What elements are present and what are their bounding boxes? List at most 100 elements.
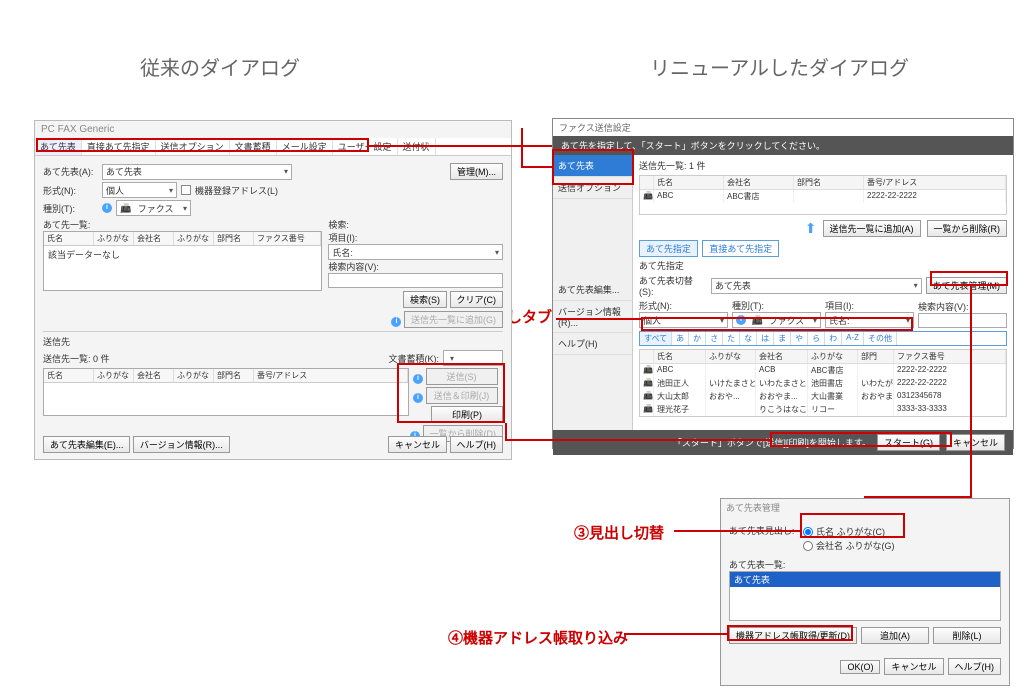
add-to-list-button[interactable]: 送信先一覧に追加(G) [404, 311, 503, 328]
add-button[interactable]: 追加(A) [861, 627, 929, 644]
section-label: あて先指定 [639, 259, 1007, 272]
start-button[interactable]: スタート(G) [877, 434, 940, 451]
print-button[interactable]: 印刷(P) [431, 406, 503, 423]
old-tab-4[interactable]: メール設定 [277, 138, 333, 155]
old-tab-1[interactable]: 直接あて先指定 [82, 138, 156, 155]
addrbook-label: あて先表(A): [43, 165, 98, 178]
form-label: 形式(N): [43, 184, 98, 197]
type-dropdown[interactable]: i📠 ファクス [732, 312, 821, 328]
gcol-3: ふりがな [808, 350, 858, 363]
radio-name[interactable] [803, 527, 813, 537]
sidebar-help[interactable]: ヘルプ(H) [553, 333, 632, 355]
kana-na[interactable]: な [740, 332, 757, 345]
add-to-list-button[interactable]: 送信先一覧に追加(A) [823, 220, 921, 237]
old-tab-5[interactable]: ユーザー設定 [333, 138, 398, 155]
kana-az[interactable]: A-Z [842, 332, 864, 345]
search-label: 検索: [328, 218, 503, 231]
new-dialog-title: ファクス送信設定 [553, 119, 1013, 136]
delete-button[interactable]: 削除(L) [933, 627, 1001, 644]
sidebar-item-addrbook[interactable]: あて先表 [553, 155, 632, 177]
old-tabstrip: あて先表 直接あて先指定 送信オプション 文書蓄積 メール設定 ユーザー設定 送… [35, 138, 511, 156]
gcol-5: ファクス番号 [894, 350, 1006, 363]
scol-3: ふりがな [174, 369, 214, 382]
tab-addrspec[interactable]: あて先指定 [639, 240, 698, 257]
search-input[interactable] [918, 313, 1007, 328]
scol-1: ふりがな [94, 369, 134, 382]
manage-button[interactable]: 管理(M)... [450, 163, 503, 180]
kana-other[interactable]: その他 [864, 332, 897, 345]
send-button[interactable]: 送信(S) [426, 368, 498, 385]
old-tab-0[interactable]: あて先表 [35, 138, 82, 155]
switch-dropdown[interactable]: あて先表 [711, 278, 922, 294]
annotation-4: ④機器アドレス帳取り込み [448, 627, 628, 648]
addrbook-dropdown[interactable]: あて先表 [102, 164, 292, 180]
table-row[interactable]: 📠理光花子りこうはなこリコー3333-33-3333 [640, 403, 1006, 416]
radio-name-label: 氏名 ふりがな(C) [816, 525, 885, 538]
trow-0: ABC [654, 190, 724, 203]
tcol-2: 部門名 [794, 176, 864, 189]
sidebar-edit[interactable]: あて先表編集... [553, 279, 632, 301]
manage-button[interactable]: あて先表管理(M) [926, 277, 1007, 294]
col-1: ふりがな [94, 232, 134, 245]
col-2: 会社名 [134, 232, 174, 245]
form-dropdown[interactable]: 個人 [102, 182, 177, 198]
search-item-dropdown[interactable]: 氏名: [328, 244, 503, 260]
scol-2: 会社名 [134, 369, 174, 382]
kana-ra[interactable]: ら [808, 332, 825, 345]
kana-ka[interactable]: か [689, 332, 706, 345]
device-addr-checkbox[interactable] [181, 185, 191, 195]
cancel-button[interactable]: キャンセル [946, 434, 1005, 451]
old-dialog-title: PC FAX Generic [35, 121, 511, 138]
tab-direct[interactable]: 直接あて先指定 [702, 240, 779, 257]
list-label: あて先一覧: [43, 218, 322, 231]
type-dropdown[interactable]: 📠 ファクス [116, 200, 191, 216]
send-print-button[interactable]: 送信＆印刷(J) [426, 387, 498, 404]
kana-wa[interactable]: わ [825, 332, 842, 345]
sidebar-version[interactable]: バージョン情報(R)... [553, 301, 632, 333]
search-button[interactable]: 検索(S) [403, 291, 447, 308]
table-row[interactable]: 📠ABCACBABC書店2222-22-2222 [640, 364, 1006, 377]
ok-button[interactable]: OK(O) [840, 660, 880, 674]
kana-ta[interactable]: た [723, 332, 740, 345]
kana-ha[interactable]: は [757, 332, 774, 345]
scol-0: 氏名 [44, 369, 94, 382]
remove-from-list-button[interactable]: 一覧から削除(R) [927, 220, 1008, 237]
footer-msg: 「スタート」ボタンで[送信][印刷]を開始します。 [673, 436, 871, 449]
kana-a[interactable]: あ [672, 332, 689, 345]
tcol-1: 会社名 [724, 176, 794, 189]
scol-4: 部門名 [214, 369, 254, 382]
search-content-input[interactable] [328, 273, 503, 288]
help-button[interactable]: ヘルプ(H) [450, 436, 504, 453]
list-selected-item[interactable]: あて先表 [730, 572, 1000, 587]
col-4: 部門名 [214, 232, 254, 245]
version-button[interactable]: バージョン情報(R)... [133, 436, 230, 453]
doc-store-dropdown[interactable] [443, 350, 503, 366]
sidebar-item-sendopt[interactable]: 送信オプション [553, 177, 632, 199]
radio-company[interactable] [803, 541, 813, 551]
instruction-bar: あて先を指定して、「スタート」ボタンをクリックしてください。 [553, 136, 1013, 155]
kana-ya[interactable]: や [791, 332, 808, 345]
item-dropdown[interactable]: 氏名: [825, 312, 914, 328]
clear-button[interactable]: クリア(C) [450, 291, 504, 308]
gcol-0: 氏名 [654, 350, 706, 363]
old-tab-6[interactable]: 送付状 [398, 138, 436, 155]
cancel-button[interactable]: キャンセル [388, 436, 447, 453]
cancel-button[interactable]: キャンセル [884, 658, 943, 675]
type-label: 種別(T): [732, 299, 821, 312]
import-button[interactable]: 機器アドレス帳取得/更新(D) [729, 627, 857, 644]
search-label: 検索内容(V): [918, 300, 1007, 313]
form-dropdown[interactable]: 個人 [639, 312, 728, 328]
old-tab-3[interactable]: 文書蓄積 [230, 138, 277, 155]
doc-store-label: 文書蓄積(K): [389, 352, 440, 365]
trow-3: 2222-22-2222 [864, 190, 1006, 203]
kana-all[interactable]: すべて [640, 332, 672, 345]
trow-1: ABC書店 [724, 190, 794, 203]
edit-addrbook-button[interactable]: あて先表編集(E)... [43, 436, 130, 453]
kana-tabs: すべて あ か さ た な は ま や ら わ A-Z その他 [639, 331, 1007, 346]
help-button[interactable]: ヘルプ(H) [948, 658, 1002, 675]
kana-sa[interactable]: さ [706, 332, 723, 345]
kana-ma[interactable]: ま [774, 332, 791, 345]
table-row[interactable]: 📠大山太郎おおや...おおやま...大山書業おおやま...0312345678 [640, 390, 1006, 403]
table-row[interactable]: 📠池田正人いけたまさといわたまさと池田書店いわたがっき2222-22-2222 [640, 377, 1006, 390]
old-tab-2[interactable]: 送信オプション [156, 138, 230, 155]
